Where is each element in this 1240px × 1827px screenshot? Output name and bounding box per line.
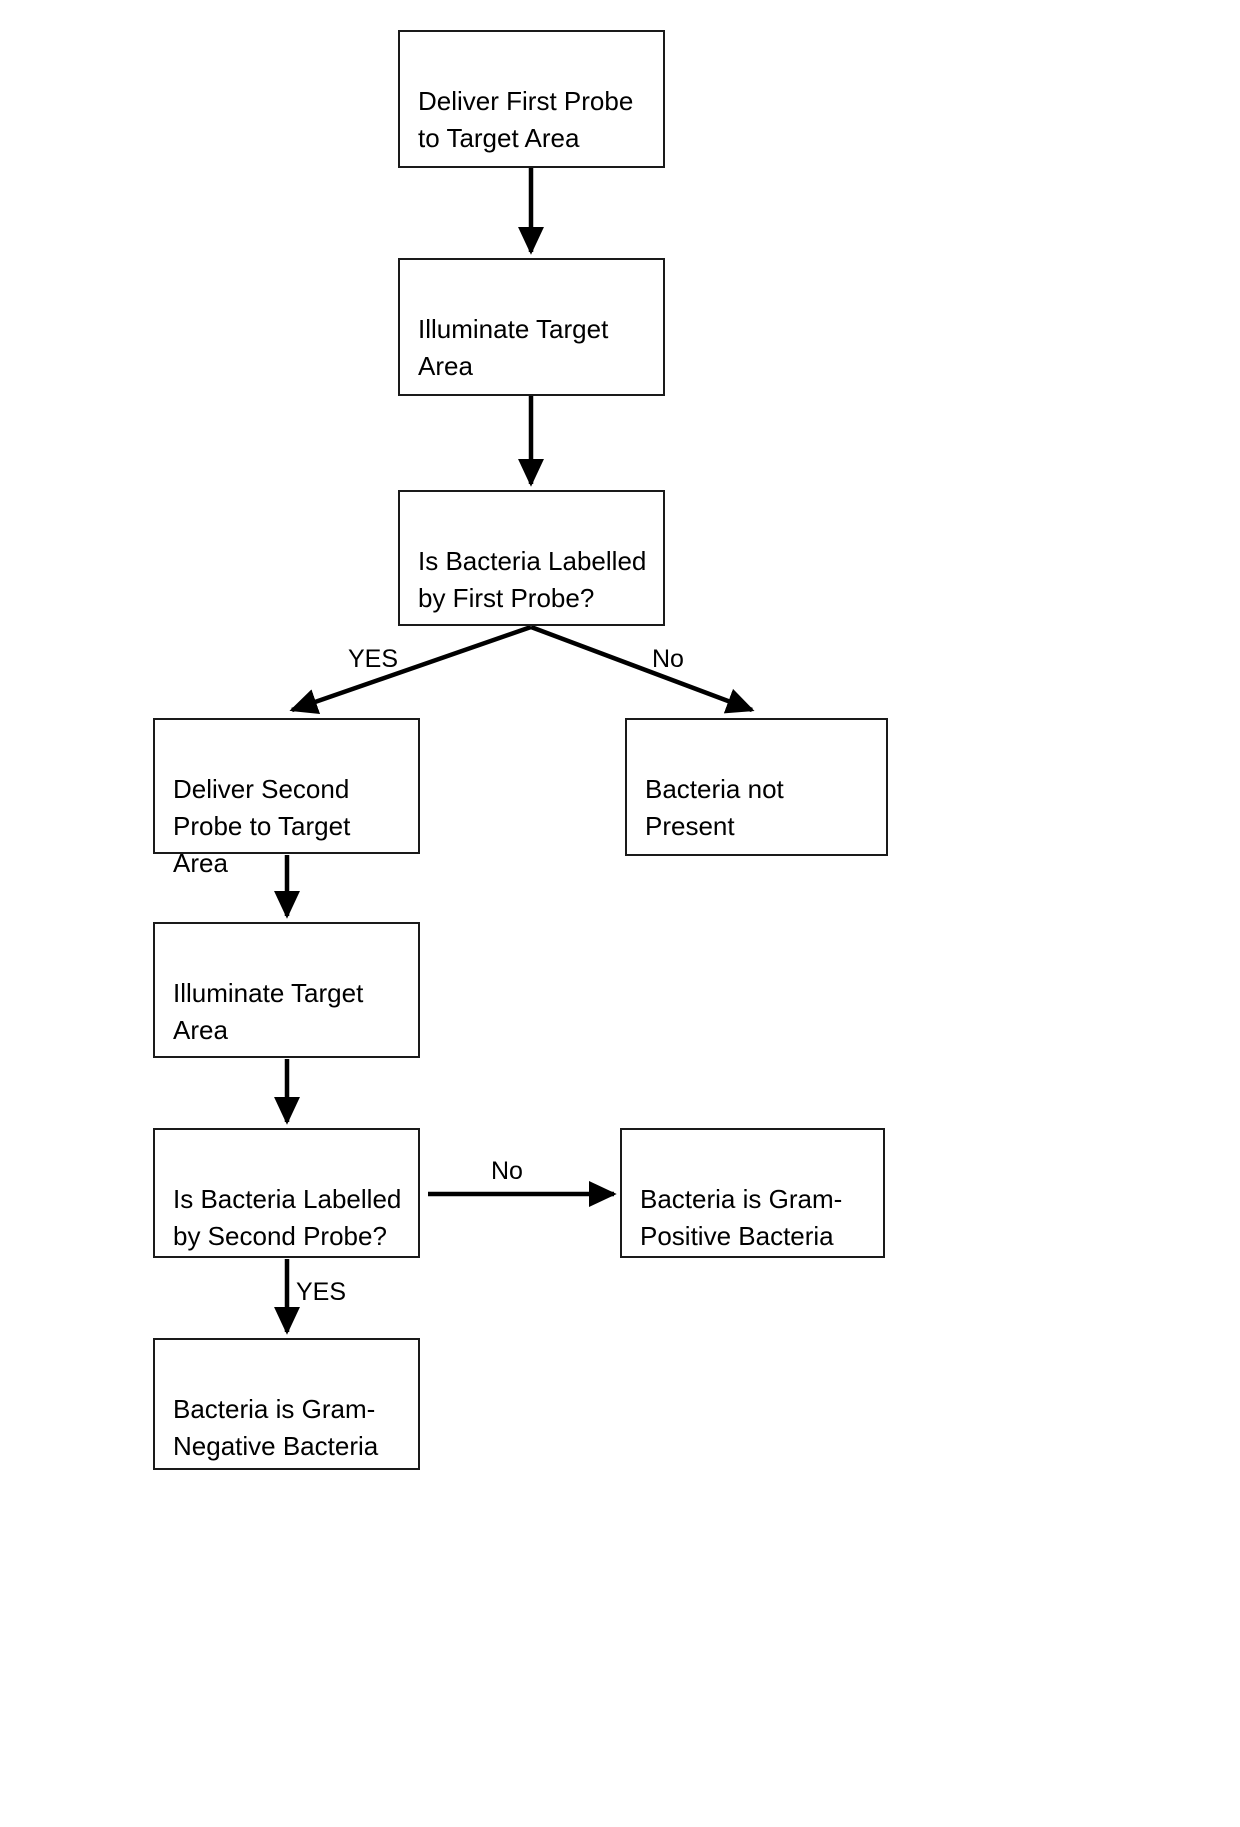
node-decision-second-probe[interactable]: Is Bacteria Labelled by Second Probe? <box>153 1128 420 1258</box>
node-label: Bacteria is Gram- Negative Bacteria <box>173 1393 379 1461</box>
node-gram-positive[interactable]: Bacteria is Gram- Positive Bacteria <box>620 1128 885 1258</box>
node-label: Deliver Second Probe to Target Area <box>173 773 351 878</box>
node-decision-first-probe[interactable]: Is Bacteria Labelled by First Probe? <box>398 490 665 626</box>
node-label: Illuminate Target Area <box>418 313 609 381</box>
node-illuminate-target-area-1[interactable]: Illuminate Target Area <box>398 258 665 396</box>
connector-decision-1-no <box>530 624 755 714</box>
node-gram-negative[interactable]: Bacteria is Gram- Negative Bacteria <box>153 1338 420 1470</box>
edge-label-yes-first-probe: YES <box>348 645 399 673</box>
node-illuminate-target-area-2[interactable]: Illuminate Target Area <box>153 922 420 1058</box>
edge-label-yes-second-probe: YES <box>296 1278 347 1306</box>
flowchart-canvas: Deliver First Probe to Target Area Illum… <box>0 0 1240 1827</box>
edge-label-no-first-probe: No <box>652 645 684 673</box>
node-label: Is Bacteria Labelled by First Probe? <box>418 545 647 613</box>
node-bacteria-not-present[interactable]: Bacteria not Present <box>625 718 888 856</box>
node-deliver-second-probe[interactable]: Deliver Second Probe to Target Area <box>153 718 420 878</box>
node-label: Is Bacteria Labelled by Second Probe? <box>173 1183 402 1251</box>
node-deliver-first-probe[interactable]: Deliver First Probe to Target Area <box>398 30 665 168</box>
edge-label-no-second-probe: No <box>491 1157 523 1185</box>
node-label: Bacteria not Present <box>645 773 784 841</box>
connector-decision-1-yes <box>289 624 532 715</box>
node-label: Illuminate Target Area <box>173 977 364 1045</box>
node-label: Bacteria is Gram- Positive Bacteria <box>640 1183 843 1251</box>
node-label: Deliver First Probe to Target Area <box>418 85 634 153</box>
